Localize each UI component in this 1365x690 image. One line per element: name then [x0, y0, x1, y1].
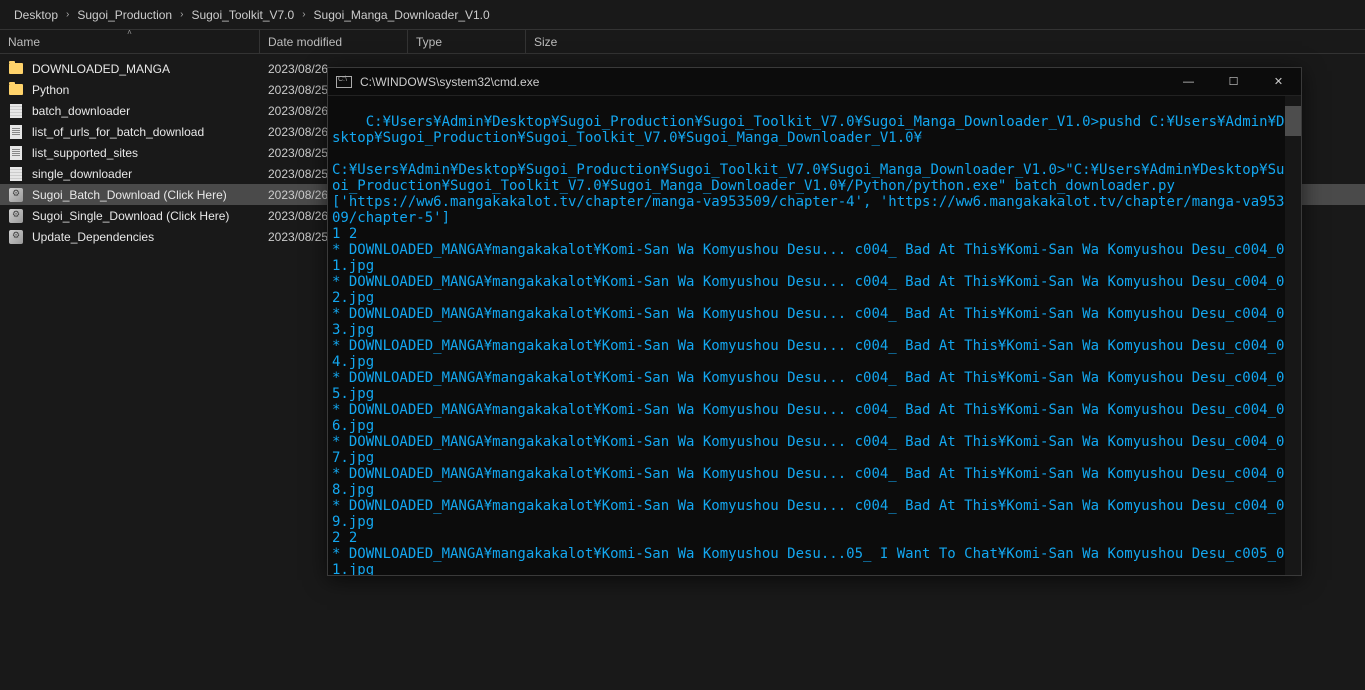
text-file-icon — [8, 124, 24, 140]
chevron-right-icon: › — [298, 9, 309, 20]
terminal-scrollbar[interactable] — [1285, 96, 1301, 575]
batch-file-icon — [8, 229, 24, 245]
maximize-button[interactable]: ☐ — [1211, 68, 1256, 96]
file-name: single_downloader — [32, 167, 260, 181]
file-name: batch_downloader — [32, 104, 260, 118]
file-name: Update_Dependencies — [32, 230, 260, 244]
batch-file-icon — [8, 187, 24, 203]
breadcrumb-item[interactable]: Desktop — [10, 8, 62, 22]
breadcrumb-item[interactable]: Sugoi_Production — [73, 8, 176, 22]
file-name: list_of_urls_for_batch_download — [32, 125, 260, 139]
file-name: Sugoi_Batch_Download (Click Here) — [32, 188, 260, 202]
breadcrumb-item[interactable]: Sugoi_Toolkit_V7.0 — [187, 8, 298, 22]
file-name: list_supported_sites — [32, 146, 260, 160]
chevron-right-icon: › — [176, 9, 187, 20]
script-file-icon — [8, 103, 24, 119]
file-name: DOWNLOADED_MANGA — [32, 62, 260, 76]
col-header-size-label: Size — [534, 35, 557, 49]
terminal-window[interactable]: C:\WINDOWS\system32\cmd.exe — ☐ ✕ C:¥Use… — [327, 67, 1302, 576]
breadcrumb-item[interactable]: Sugoi_Manga_Downloader_V1.0 — [310, 8, 494, 22]
col-header-name-label: Name — [8, 35, 40, 49]
text-file-icon — [8, 145, 24, 161]
terminal-body[interactable]: C:¥Users¥Admin¥Desktop¥Sugoi_Production¥… — [328, 96, 1301, 575]
file-name: Python — [32, 83, 260, 97]
col-header-type[interactable]: Type — [408, 30, 526, 53]
terminal-title: C:\WINDOWS\system32\cmd.exe — [360, 75, 1166, 89]
col-header-size[interactable]: Size — [526, 30, 1365, 53]
folder-icon — [8, 61, 24, 77]
chevron-right-icon: › — [62, 9, 73, 20]
sort-asc-icon: ˄ — [127, 28, 132, 37]
col-header-type-label: Type — [416, 35, 442, 49]
col-header-date[interactable]: Date modified — [260, 30, 408, 53]
scrollbar-thumb[interactable] — [1285, 106, 1301, 136]
folder-icon — [8, 82, 24, 98]
close-button[interactable]: ✕ — [1256, 68, 1301, 96]
breadcrumb: Desktop›Sugoi_Production›Sugoi_Toolkit_V… — [0, 0, 1365, 30]
col-header-name[interactable]: Name ˄ — [0, 30, 260, 53]
col-header-date-label: Date modified — [268, 35, 342, 49]
cmd-icon — [336, 76, 352, 88]
file-name: Sugoi_Single_Download (Click Here) — [32, 209, 260, 223]
terminal-output: C:¥Users¥Admin¥Desktop¥Sugoi_Production¥… — [332, 114, 1293, 575]
window-buttons: — ☐ ✕ — [1166, 68, 1301, 96]
terminal-titlebar[interactable]: C:\WINDOWS\system32\cmd.exe — ☐ ✕ — [328, 68, 1301, 96]
batch-file-icon — [8, 208, 24, 224]
minimize-button[interactable]: — — [1166, 68, 1211, 96]
script-file-icon — [8, 166, 24, 182]
column-headers: Name ˄ Date modified Type Size — [0, 30, 1365, 54]
